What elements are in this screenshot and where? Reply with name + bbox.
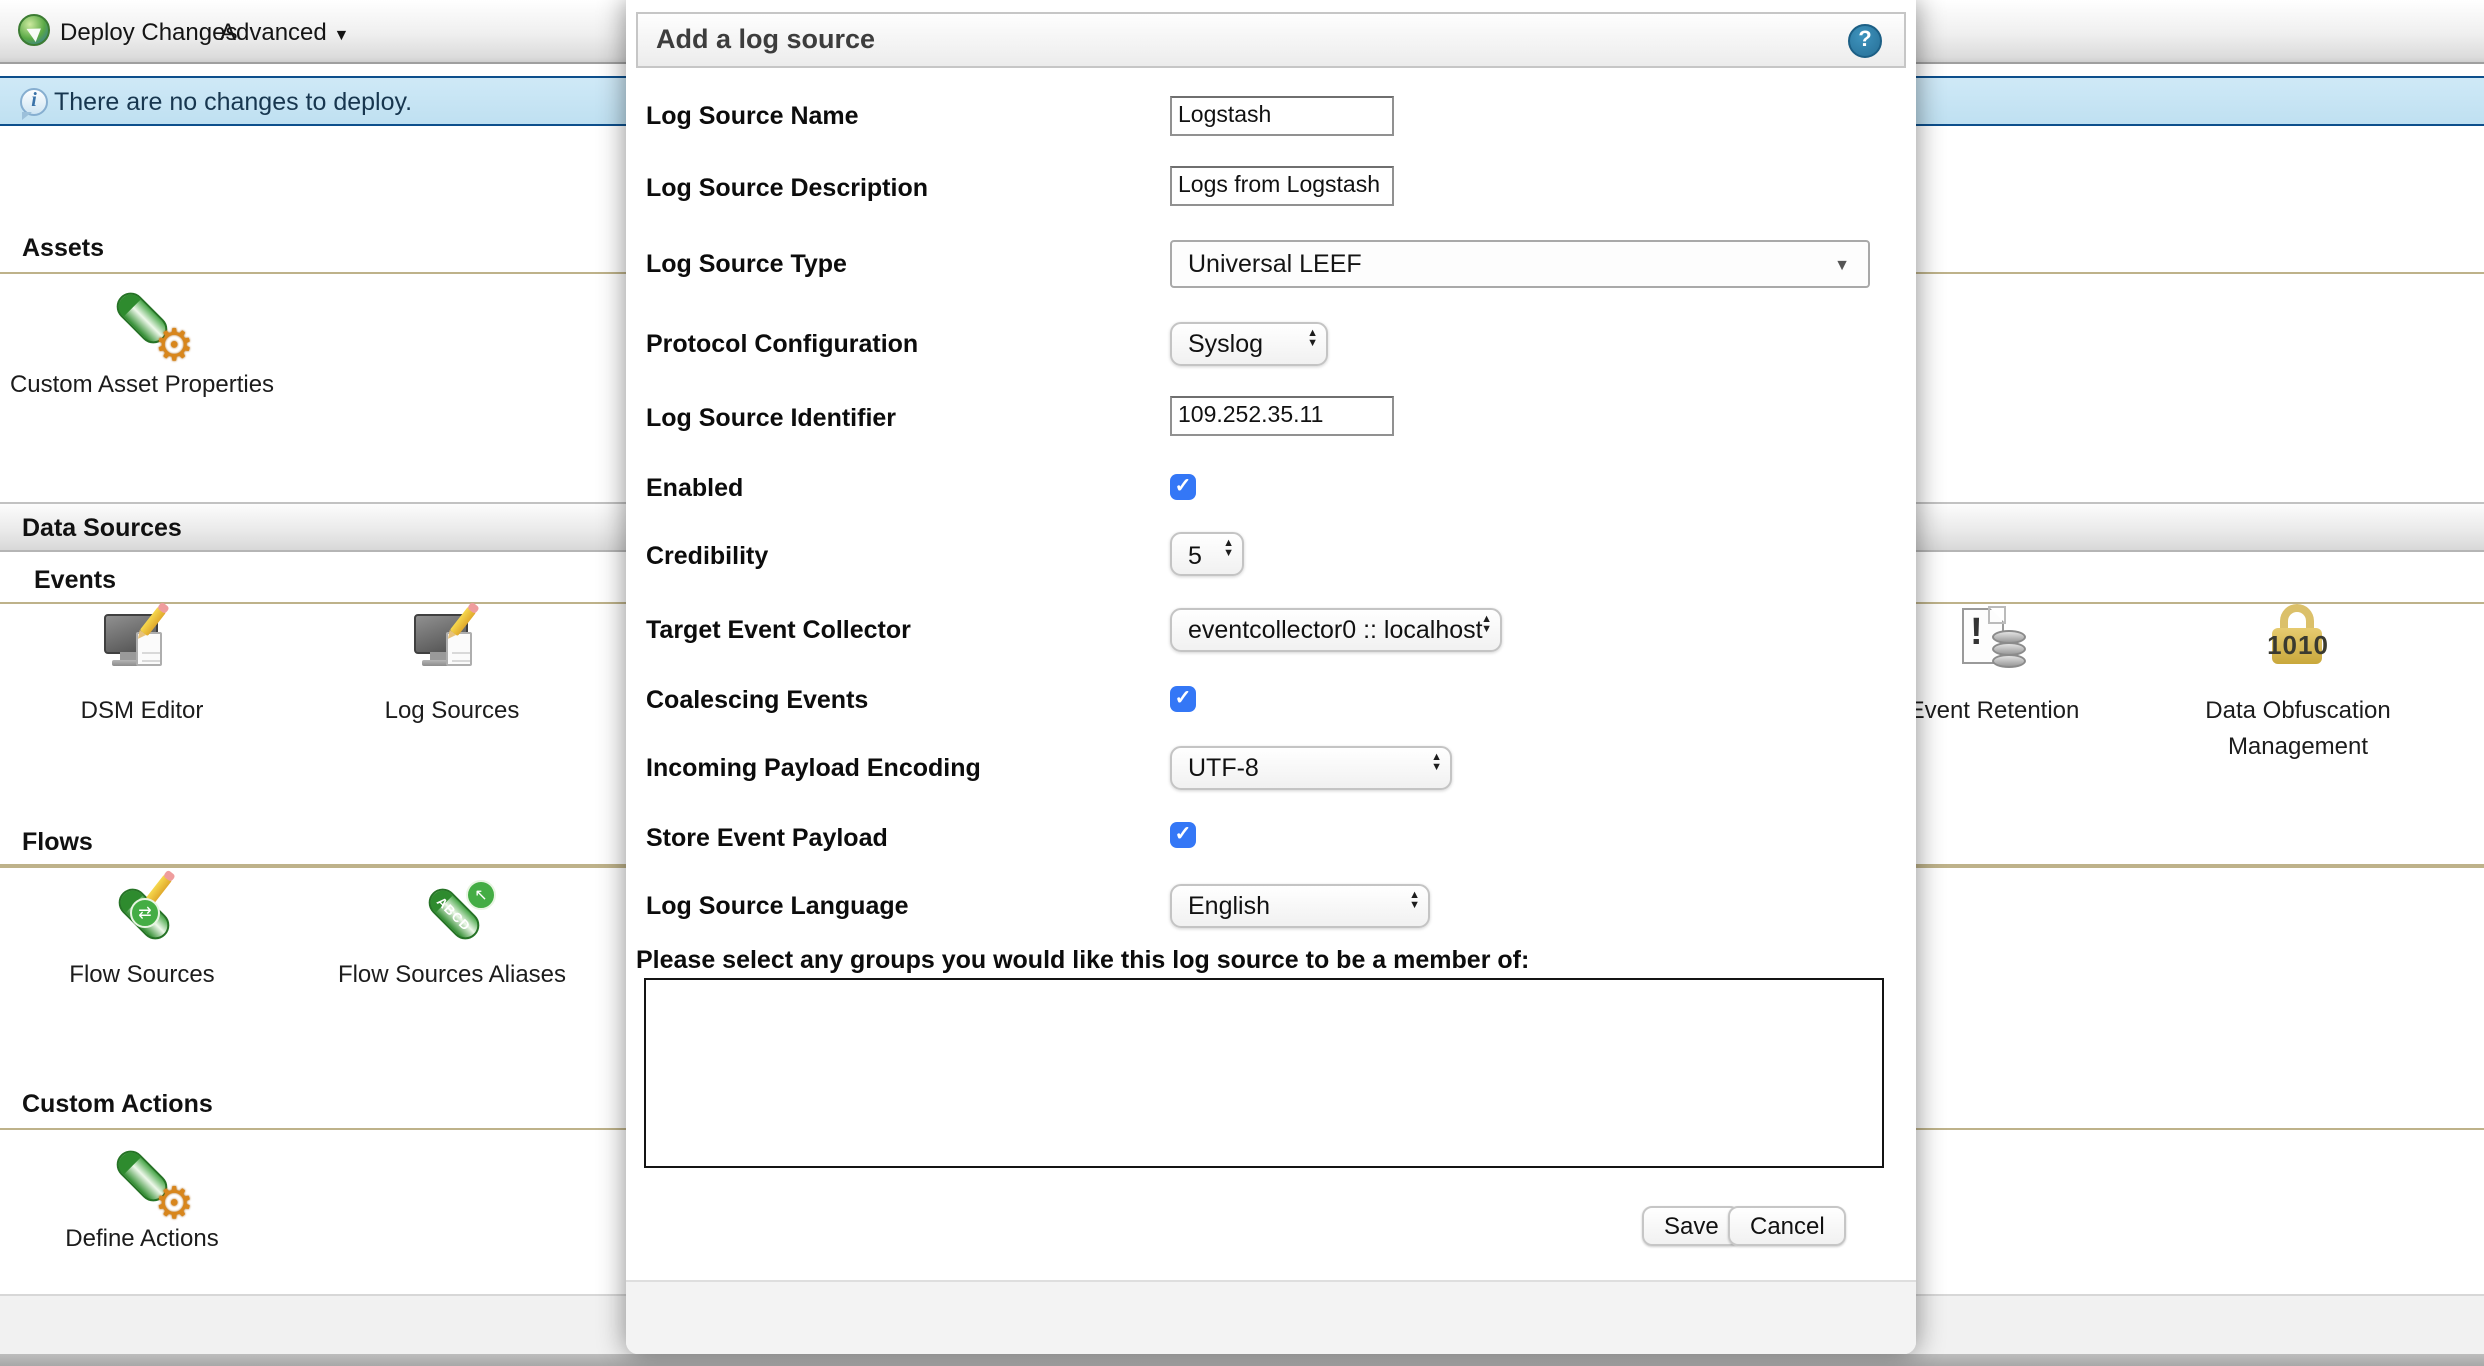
target-event-collector-select[interactable]: eventcollector0 :: localhost ▲▼ [1170, 607, 1502, 651]
save-button[interactable]: Save [1642, 1206, 1741, 1246]
data-obfuscation-icon[interactable]: 1010 [2256, 604, 2344, 684]
log-source-language-select[interactable]: English ▲▼ [1170, 883, 1430, 927]
credibility-select[interactable]: 5 ▲▼ [1170, 532, 1244, 576]
label-incoming-payload-encoding: Incoming Payload Encoding [646, 754, 1156, 782]
enabled-checkbox[interactable]: ✓ [1170, 473, 1196, 499]
label-credibility: Credibility [646, 541, 1156, 569]
log-source-identifier-input[interactable] [1170, 396, 1394, 436]
label-store-event-payload: Store Event Payload [646, 823, 1156, 851]
dialog-title: Add a log source [656, 24, 875, 54]
log-source-description-input[interactable] [1170, 166, 1394, 206]
label-coalescing-events: Coalescing Events [646, 686, 1156, 714]
groups-selection-box[interactable] [644, 978, 1884, 1168]
label-log-source-identifier: Log Source Identifier [646, 404, 1156, 432]
log-sources-label[interactable]: Log Sources [332, 696, 572, 724]
store-event-payload-checkbox[interactable]: ✓ [1170, 822, 1196, 848]
label-protocol-configuration: Protocol Configuration [646, 330, 1156, 358]
cancel-button[interactable]: Cancel [1728, 1206, 1847, 1246]
data-obfuscation-label-line2[interactable]: Management [2168, 731, 2428, 759]
dialog-header: Add a log source ? [636, 12, 1906, 68]
section-title-data-sources: Data Sources [22, 514, 182, 542]
log-source-name-input[interactable] [1170, 95, 1394, 135]
label-log-source-type: Log Source Type [646, 250, 1156, 278]
deploy-changes-icon [18, 14, 50, 46]
section-title-flows: Flows [22, 827, 93, 855]
select-arrows-icon: ▲▼ [1409, 891, 1420, 911]
flow-sources-icon[interactable]: ⇄ [102, 876, 190, 956]
define-actions-label[interactable]: Define Actions [22, 1223, 262, 1251]
label-log-source-name: Log Source Name [646, 102, 1156, 130]
coalescing-events-checkbox[interactable]: ✓ [1170, 685, 1196, 711]
caret-down-icon: ▼ [333, 26, 349, 44]
groups-prompt: Please select any groups you would like … [636, 945, 1529, 973]
deploy-changes-button[interactable]: Deploy Changes [60, 18, 237, 46]
section-title-custom-actions: Custom Actions [22, 1090, 213, 1118]
select-arrows-icon: ▲▼ [1431, 753, 1442, 773]
select-arrows-icon: ▲▼ [1307, 329, 1318, 349]
select-arrows-icon: ▲▼ [1481, 615, 1492, 635]
help-icon[interactable]: ? [1848, 23, 1882, 57]
section-title-events: Events [34, 566, 116, 594]
define-actions-icon[interactable]: ⚙ [100, 1138, 188, 1218]
flow-sources-aliases-icon[interactable]: ABCD ↖ [412, 876, 500, 956]
notice-text: There are no changes to deploy. [54, 88, 412, 116]
incoming-payload-encoding-select[interactable]: UTF-8 ▲▼ [1170, 745, 1452, 789]
custom-asset-properties-icon[interactable]: ⚙ [100, 280, 188, 360]
data-obfuscation-label-line1[interactable]: Data Obfuscation [2168, 696, 2428, 724]
add-log-source-dialog: Add a log source ? Log Source Name Log S… [626, 0, 1916, 1354]
dsm-editor-label[interactable]: DSM Editor [22, 696, 262, 724]
flow-sources-aliases-label[interactable]: Flow Sources Aliases [292, 960, 612, 988]
custom-asset-properties-label[interactable]: Custom Asset Properties [0, 370, 292, 398]
label-log-source-language: Log Source Language [646, 892, 1156, 920]
dsm-editor-icon[interactable] [102, 612, 190, 692]
admin-page: Deploy Changes Advanced ▼ i There are no… [0, 0, 2484, 1366]
select-arrows-icon: ▲▼ [1223, 540, 1234, 560]
label-log-source-description: Log Source Description [646, 174, 1156, 202]
info-icon: i [20, 87, 48, 115]
label-enabled: Enabled [646, 474, 1156, 502]
page-bottom-edge [0, 1354, 2484, 1366]
caret-down-icon: ▼ [1834, 255, 1850, 273]
flow-sources-label[interactable]: Flow Sources [22, 960, 262, 988]
section-title-assets: Assets [22, 234, 104, 262]
protocol-configuration-select[interactable]: Syslog ▲▼ [1170, 321, 1328, 365]
label-target-event-collector: Target Event Collector [646, 616, 1156, 644]
log-source-type-dropdown[interactable]: Universal LEEF ▼ [1170, 239, 1870, 287]
event-retention-icon[interactable]: ! [1956, 608, 2044, 688]
dialog-footer [626, 1280, 1916, 1354]
advanced-menu[interactable]: Advanced ▼ [220, 18, 349, 46]
log-sources-icon[interactable] [412, 612, 500, 692]
